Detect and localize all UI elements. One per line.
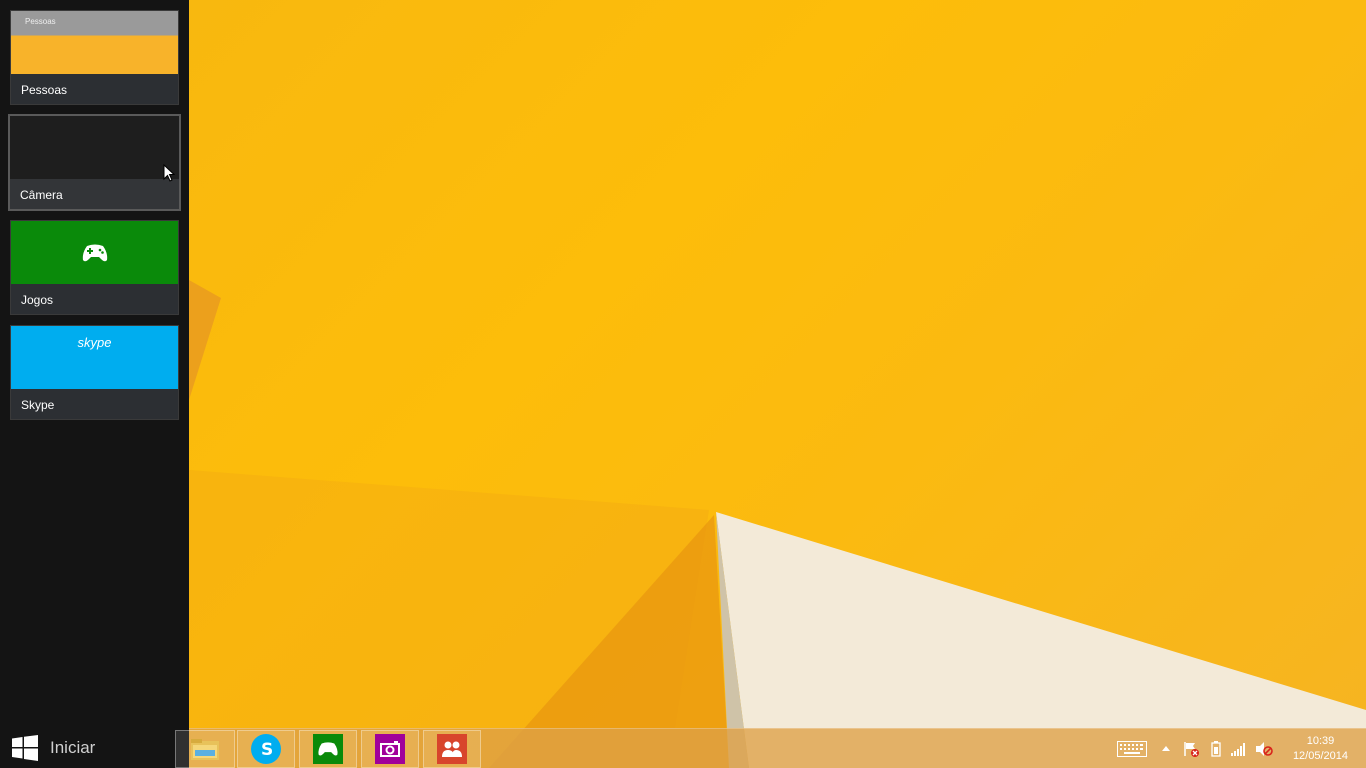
- skype-logo: skype: [77, 335, 112, 350]
- svg-text:S: S: [261, 740, 273, 759]
- switcher-item-label: Skype: [11, 389, 178, 419]
- switcher-item-skype[interactable]: skype Skype: [10, 325, 179, 420]
- pessoas-preview: Pessoas: [11, 11, 178, 75]
- skype-icon: S: [251, 734, 281, 764]
- skype-preview: skype: [11, 326, 178, 390]
- windows-logo-icon: [12, 735, 38, 761]
- switcher-item-pessoas[interactable]: Pessoas Pessoas: [10, 10, 179, 105]
- battery-icon[interactable]: [1211, 729, 1221, 768]
- show-hidden-icons-icon[interactable]: [1161, 729, 1171, 768]
- clock-time: 10:39: [1306, 735, 1335, 747]
- taskbar-jogos[interactable]: [299, 730, 357, 768]
- start-button[interactable]: Iniciar: [0, 728, 189, 768]
- switcher-item-camera[interactable]: Câmera: [8, 114, 181, 211]
- switcher-item-label: Câmera: [10, 179, 179, 209]
- switcher-item-label: Pessoas: [11, 74, 178, 104]
- network-signal-icon[interactable]: [1231, 729, 1247, 768]
- pessoas-preview-title: Pessoas: [25, 17, 56, 26]
- jogos-preview: [11, 221, 178, 285]
- taskbar-skype[interactable]: S: [237, 730, 295, 768]
- taskbar: S 10:39 12/05/2014: [175, 728, 1366, 768]
- taskbar-clock[interactable]: 10:39 12/05/2014: [1293, 734, 1348, 764]
- touch-keyboard-icon[interactable]: [1117, 729, 1147, 768]
- volume-muted-icon[interactable]: [1255, 729, 1273, 768]
- desktop-wallpaper: [189, 0, 1366, 768]
- game-controller-icon: [313, 734, 343, 764]
- camera-preview: [10, 116, 179, 180]
- taskbar-pessoas[interactable]: [423, 730, 481, 768]
- action-center-flag-icon[interactable]: [1183, 729, 1199, 768]
- folder-icon: [190, 734, 220, 764]
- clock-date: 12/05/2014: [1292, 750, 1348, 762]
- taskbar-file-explorer[interactable]: [175, 730, 235, 768]
- switcher-item-jogos[interactable]: Jogos: [10, 220, 179, 315]
- game-controller-icon: [82, 244, 107, 262]
- switcher-item-label: Jogos: [11, 284, 178, 314]
- app-switcher: Pessoas Pessoas Câmera Jogos skype Skype: [0, 0, 189, 768]
- mouse-cursor-icon: [163, 164, 175, 182]
- start-label: Iniciar: [50, 738, 96, 757]
- camera-icon: [375, 734, 405, 764]
- taskbar-camera[interactable]: [361, 730, 419, 768]
- people-icon: [437, 734, 467, 764]
